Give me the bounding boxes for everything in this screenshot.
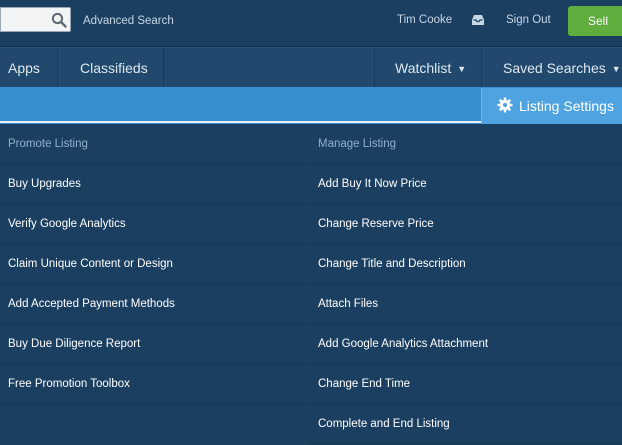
nav-divider	[481, 48, 482, 88]
nav-saved-searches[interactable]: Saved Searches ▼	[503, 48, 621, 88]
nav-divider	[374, 48, 375, 88]
promote-listing-column: Promote Listing Buy Upgrades Verify Goog…	[0, 124, 308, 404]
menu-item-add-payment-methods[interactable]: Add Accepted Payment Methods	[0, 284, 308, 324]
nav-classifieds[interactable]: Classifieds	[80, 48, 148, 88]
search-icon[interactable]	[51, 12, 67, 28]
sell-button[interactable]: Sell	[568, 6, 622, 36]
nav-saved-searches-label: Saved Searches	[503, 60, 606, 76]
main-nav: Apps Classifieds Watchlist ▼ Saved Search…	[0, 47, 622, 88]
listing-settings-tab[interactable]: Listing Settings	[481, 88, 622, 124]
manage-listing-heading: Manage Listing	[310, 124, 622, 164]
menu-item-change-end-time[interactable]: Change End Time	[310, 364, 622, 404]
promote-listing-heading: Promote Listing	[0, 124, 308, 164]
menu-item-add-buy-it-now[interactable]: Add Buy It Now Price	[310, 164, 622, 204]
menu-item-buy-upgrades[interactable]: Buy Upgrades	[0, 164, 308, 204]
menu-item-change-title[interactable]: Change Title and Description	[310, 244, 622, 284]
listing-settings-label: Listing Settings	[519, 98, 614, 114]
menu-item-claim-unique-content[interactable]: Claim Unique Content or Design	[0, 244, 308, 284]
search-input[interactable]	[0, 7, 71, 32]
menu-item-add-ga-attachment[interactable]: Add Google Analytics Attachment	[310, 324, 622, 364]
top-bar: Advanced Search Tim Cooke Sign Out Sell	[0, 0, 622, 47]
advanced-search-link[interactable]: Advanced Search	[83, 15, 174, 27]
menu-item-buy-due-diligence[interactable]: Buy Due Diligence Report	[0, 324, 308, 364]
menu-item-verify-google-analytics[interactable]: Verify Google Analytics	[0, 204, 308, 244]
listing-bar-underline	[0, 121, 481, 123]
nav-watchlist-label: Watchlist	[395, 60, 452, 76]
nav-watchlist[interactable]: Watchlist ▼	[395, 48, 466, 88]
inbox-icon[interactable]	[471, 14, 485, 26]
menu-item-complete-end-listing[interactable]: Complete and End Listing	[310, 404, 622, 444]
sign-out-link[interactable]: Sign Out	[506, 14, 551, 26]
chevron-down-icon: ▼	[457, 64, 467, 74]
menu-item-attach-files[interactable]: Attach Files	[310, 284, 622, 324]
nav-divider	[57, 48, 58, 88]
gear-icon	[497, 97, 513, 113]
menu-item-change-reserve-price[interactable]: Change Reserve Price	[310, 204, 622, 244]
chevron-down-icon: ▼	[611, 64, 621, 74]
user-name-link[interactable]: Tim Cooke	[397, 14, 452, 26]
menu-item-free-promotion-toolbox[interactable]: Free Promotion Toolbox	[0, 364, 308, 404]
manage-listing-column: Manage Listing Add Buy It Now Price Chan…	[310, 124, 622, 444]
nav-apps[interactable]: Apps	[8, 48, 40, 88]
nav-divider	[163, 48, 164, 88]
